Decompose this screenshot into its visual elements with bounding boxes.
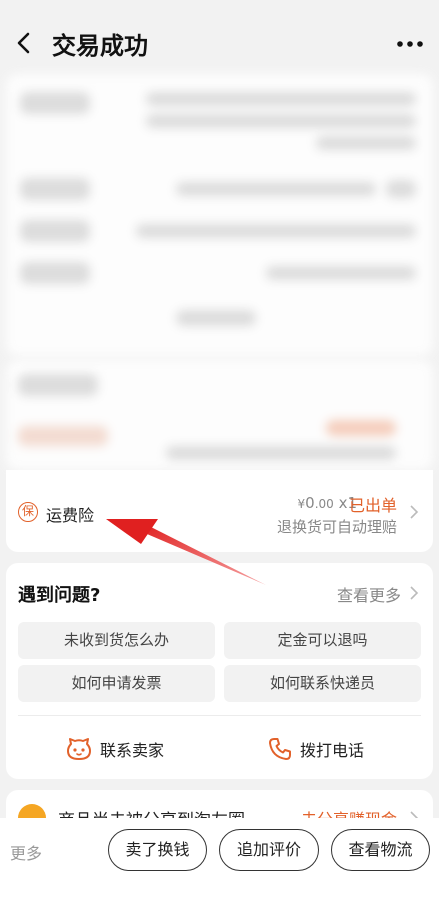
divider xyxy=(18,715,421,716)
seller-face-icon xyxy=(67,738,91,760)
faq-card: 遇到问题? 查看更多 未收到货怎么办 定金可以退吗 如何申请发票 如何联系快递员… xyxy=(6,563,433,779)
shipping-insurance-row[interactable]: 保 运费险 ¥0.00 x1 已出单 退换货可自动理赔 xyxy=(6,470,433,552)
faq-title: 遇到问题? xyxy=(18,585,101,606)
price-integer: 0 xyxy=(305,494,315,512)
chevron-right-icon xyxy=(410,505,419,519)
price-decimal: .00 xyxy=(314,497,334,511)
insurance-icon: 保 xyxy=(18,502,38,522)
chevron-right-icon xyxy=(410,586,419,600)
more-button[interactable]: 更多 xyxy=(10,840,42,864)
call-label: 拨打电话 xyxy=(300,741,365,760)
product-card-blurred xyxy=(6,360,433,470)
faq-question-button[interactable]: 定金可以退吗 xyxy=(224,622,421,659)
back-arrow-icon[interactable] xyxy=(12,28,36,58)
faq-question-button[interactable]: 如何联系快递员 xyxy=(224,665,421,702)
page-title: 交易成功 xyxy=(52,32,148,60)
view-logistics-button[interactable]: 查看物流 xyxy=(331,829,430,871)
contact-seller-button[interactable]: 联系卖家 xyxy=(66,735,164,763)
more-dots-icon[interactable] xyxy=(395,32,425,56)
insurance-status: 已出单 xyxy=(348,496,397,515)
faq-question-button[interactable]: 未收到货怎么办 xyxy=(18,622,215,659)
call-button[interactable]: 拨打电话 xyxy=(268,735,364,763)
insurance-label: 运费险 xyxy=(46,506,95,525)
faq-more-link[interactable]: 查看更多 xyxy=(337,582,401,606)
price-currency: ¥ xyxy=(297,497,306,511)
add-review-button[interactable]: 追加评价 xyxy=(219,829,319,871)
insurance-subtext: 退换货可自动理赔 xyxy=(276,518,397,536)
contact-seller-label: 联系卖家 xyxy=(100,741,165,760)
bottom-action-bar: 更多 卖了换钱 追加评价 查看物流 xyxy=(0,818,439,904)
phone-icon xyxy=(269,738,291,760)
sell-button[interactable]: 卖了换钱 xyxy=(108,829,207,871)
order-info-card-blurred xyxy=(6,74,433,356)
faq-question-button[interactable]: 如何申请发票 xyxy=(18,665,215,702)
